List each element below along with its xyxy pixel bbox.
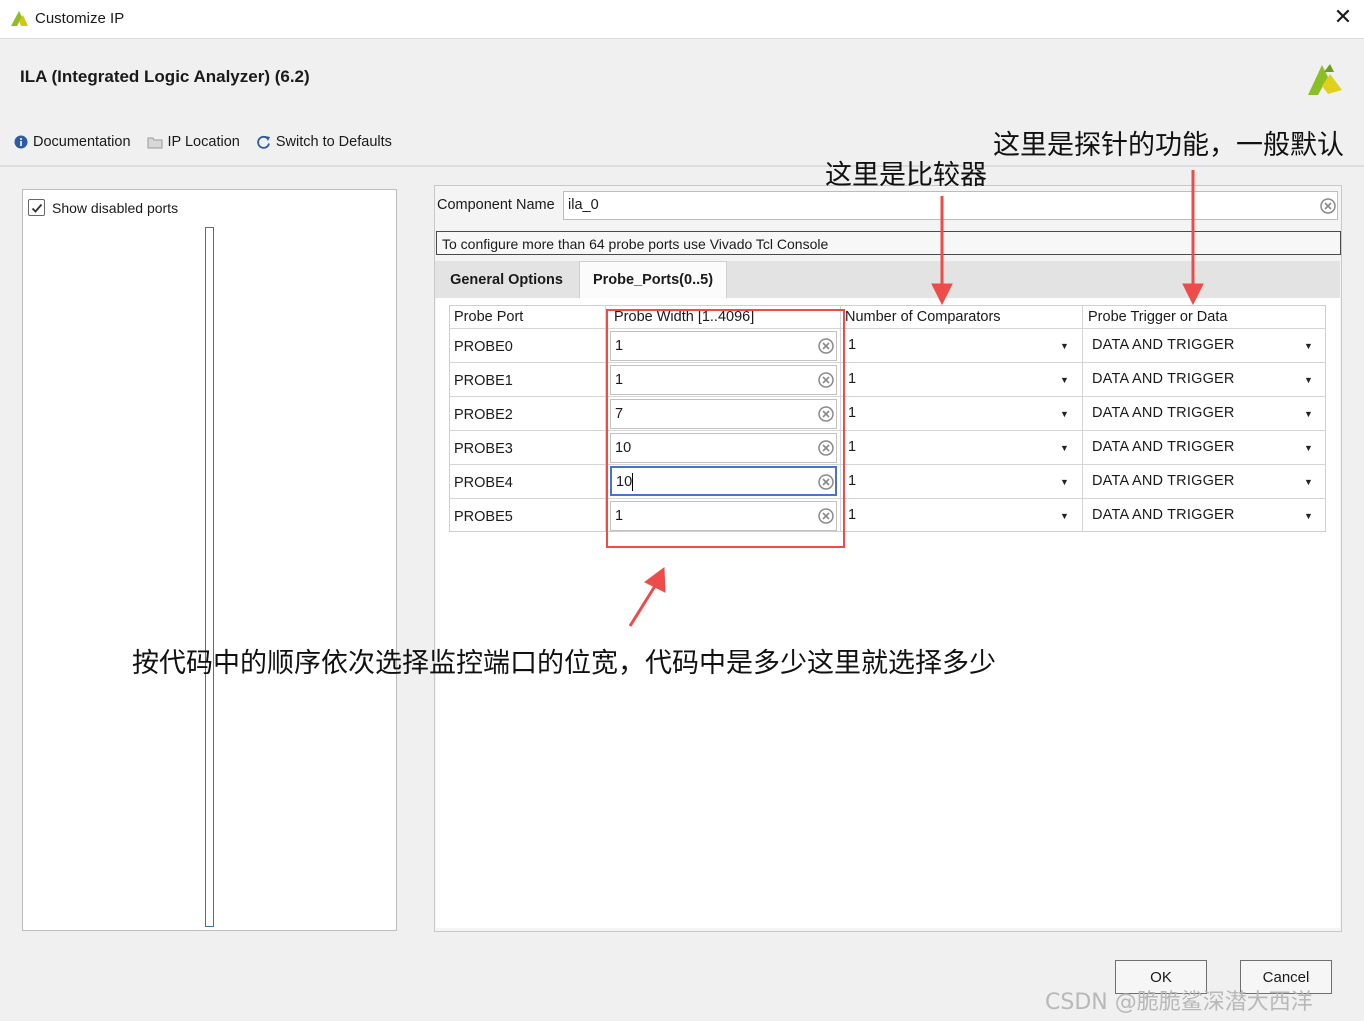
arrow-to-width [628, 567, 666, 627]
watermark: CSDN @脆脆鲨深潜大西洋 [1045, 990, 1313, 1015]
annotation-comparator: 这里是比较器 [825, 160, 987, 191]
annotation-probe-function: 这里是探针的功能，一般默认 [993, 130, 1344, 161]
annotation-width-note: 按代码中的顺序依次选择监控端口的位宽，代码中是多少这里就选择多少 [132, 648, 996, 679]
arrow-to-trigger [1182, 170, 1204, 306]
arrow-to-comparators [931, 196, 953, 306]
